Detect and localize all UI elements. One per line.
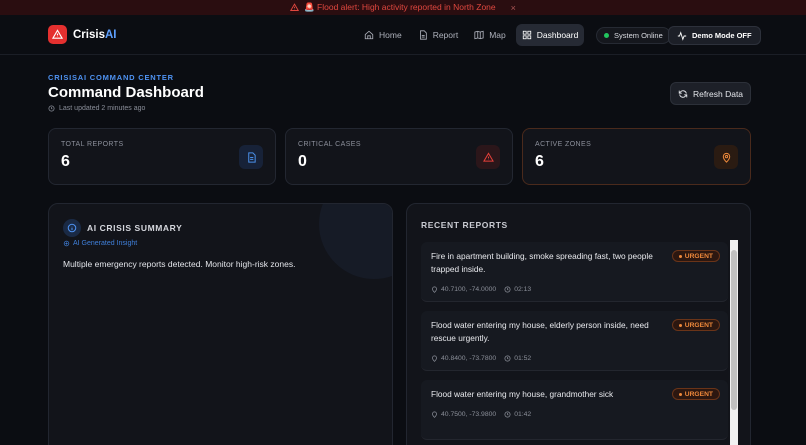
location-icon: [432, 286, 437, 293]
activity-icon: [677, 30, 687, 41]
last-updated: Last updated 2 minutes ago: [48, 105, 145, 112]
nav-map[interactable]: Map: [468, 24, 512, 46]
clock-icon: [504, 286, 511, 293]
online-dot-icon: [604, 33, 609, 38]
urgent-badge: URGENT: [671, 319, 720, 331]
warning-icon: [476, 145, 500, 169]
nav-home[interactable]: Home: [358, 24, 408, 46]
summary-subtitle: AI Generated Insight: [63, 240, 137, 247]
location-icon: [432, 411, 437, 418]
stat-card-active-zones: ACTIVE ZONES 6: [522, 128, 751, 185]
nav-links: Home Report Map Dashboard: [358, 24, 585, 46]
alert-text: 🚨 Flood alert: High activity reported in…: [304, 2, 496, 12]
nav-report[interactable]: Report: [412, 24, 465, 46]
document-icon: [239, 145, 263, 169]
brand-logo-link[interactable]: CrisisAI: [48, 25, 116, 44]
report-icon: [419, 30, 427, 40]
recent-reports-panel: RECENT REPORTS Fire in apartment buildin…: [406, 203, 751, 445]
clock-icon: [504, 411, 511, 418]
summary-text: Multiple emergency reports detected. Mon…: [63, 259, 296, 269]
system-status-badge: System Online: [596, 27, 671, 44]
urgent-badge: URGENT: [671, 250, 720, 262]
nav-dashboard[interactable]: Dashboard: [515, 24, 585, 46]
map-icon: [474, 30, 484, 40]
report-item[interactable]: Flood water entering my house, elderly p…: [421, 311, 728, 371]
urgent-badge: URGENT: [671, 388, 720, 400]
clock-icon: [504, 355, 511, 362]
location-icon: [714, 145, 738, 169]
alert-banner: 🚨 Flood alert: High activity reported in…: [0, 0, 806, 15]
ai-crisis-summary-panel: AI CRISIS SUMMARY AI Generated Insight M…: [48, 203, 393, 445]
home-icon: [364, 30, 374, 40]
page-title: Command Dashboard: [48, 84, 204, 101]
location-icon: [432, 355, 437, 362]
demo-mode-toggle[interactable]: Demo Mode OFF: [668, 26, 761, 45]
warning-icon: [290, 3, 300, 11]
refresh-icon: [678, 89, 688, 98]
dashboard-icon: [522, 30, 531, 40]
top-navbar: CrisisAI Home Report Map Dashboard Syste…: [0, 15, 806, 55]
reports-title: RECENT REPORTS: [421, 220, 508, 230]
report-item[interactable]: Flood water entering my house, grandmoth…: [421, 380, 728, 440]
stat-card-critical-cases: CRITICAL CASES 0: [285, 128, 513, 185]
info-icon: [63, 219, 81, 237]
refresh-data-button[interactable]: Refresh Data: [670, 82, 751, 105]
reports-scrollbar[interactable]: [730, 240, 738, 445]
summary-title: AI CRISIS SUMMARY: [87, 223, 183, 233]
scrollbar-thumb[interactable]: [731, 250, 737, 410]
sparkle-icon: [63, 240, 70, 247]
clock-icon: [48, 105, 55, 112]
report-item[interactable]: Fire in apartment building, smoke spread…: [421, 242, 728, 302]
close-alert-button[interactable]: ×: [511, 3, 516, 13]
section-eyebrow: CRISISAI COMMAND CENTER: [48, 73, 174, 82]
brand-name: CrisisAI: [73, 28, 117, 41]
stat-card-total-reports: TOTAL REPORTS 6: [48, 128, 276, 185]
alert-logo-icon: [48, 25, 67, 44]
